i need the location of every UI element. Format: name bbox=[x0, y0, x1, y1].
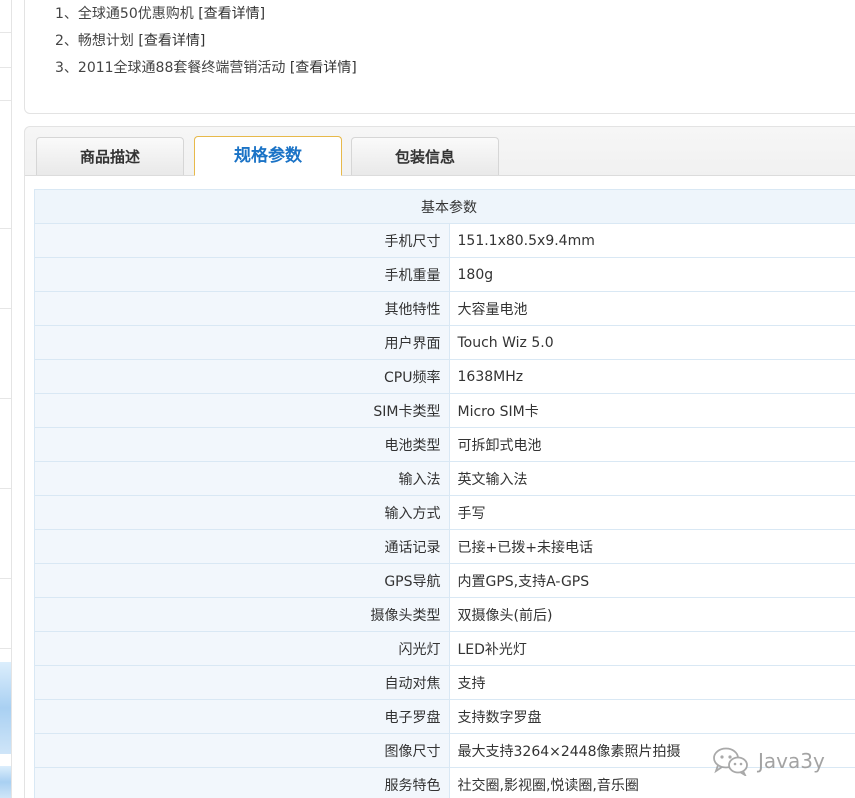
spec-value: 内置GPS,支持A-GPS bbox=[448, 563, 855, 598]
spec-key: 通话记录 bbox=[34, 529, 450, 564]
spec-key: 摄像头类型 bbox=[34, 597, 450, 632]
spec-value: 已接+已拨+未接电话 bbox=[448, 529, 855, 564]
spec-value: 双摄像头(前后) bbox=[448, 597, 855, 632]
left-column-edge bbox=[0, 0, 12, 798]
spec-table: 基本参数 手机尺寸 151.1x80.5x9.4mm 手机重量 180g 其他特性 大容量… bbox=[34, 189, 855, 798]
spec-value: 大容量电池 bbox=[448, 291, 855, 326]
view-details-link[interactable]: [查看详情] bbox=[138, 33, 205, 49]
spec-row: GPS导航 内置GPS,支持A-GPS bbox=[34, 563, 855, 598]
spec-row: 输入方式 手写 bbox=[34, 495, 855, 530]
view-details-link[interactable]: [查看详情] bbox=[290, 60, 357, 76]
spec-row: SIM卡类型 Micro SIM卡 bbox=[34, 393, 855, 428]
spec-value: 可拆卸式电池 bbox=[448, 427, 855, 462]
spec-row: 手机重量 180g bbox=[34, 257, 855, 292]
watermark: Java3y bbox=[712, 744, 825, 778]
spec-key: CPU频率 bbox=[34, 359, 450, 394]
spec-value: Micro SIM卡 bbox=[448, 393, 855, 428]
spec-key: 服务特色 bbox=[34, 767, 450, 798]
tab-packaging-info[interactable]: 包装信息 bbox=[351, 137, 499, 175]
spec-row: 用户界面 Touch Wiz 5.0 bbox=[34, 325, 855, 360]
spec-key: 图像尺寸 bbox=[34, 733, 450, 768]
page: 1、全球通50优惠购机 [查看详情] 2、畅想计划 [查看详情] 3、2011全… bbox=[0, 0, 855, 798]
spec-value: 151.1x80.5x9.4mm bbox=[448, 223, 855, 258]
spec-key: 电子罗盘 bbox=[34, 699, 450, 734]
spec-value: 手写 bbox=[448, 495, 855, 530]
spec-value: LED补光灯 bbox=[448, 631, 855, 666]
spec-row: 电池类型 可拆卸式电池 bbox=[34, 427, 855, 462]
spec-value: 支持 bbox=[448, 665, 855, 700]
spec-key: 闪光灯 bbox=[34, 631, 450, 666]
spec-row: 其他特性 大容量电池 bbox=[34, 291, 855, 326]
spec-key: 输入方式 bbox=[34, 495, 450, 530]
spec-row: CPU频率 1638MHz bbox=[34, 359, 855, 394]
promotion-item: 2、畅想计划 [查看详情] bbox=[55, 33, 206, 49]
spec-key: 输入法 bbox=[34, 461, 450, 496]
watermark-text: Java3y bbox=[758, 749, 825, 773]
spec-key: 其他特性 bbox=[34, 291, 450, 326]
tab-specifications[interactable]: 规格参数 bbox=[194, 136, 342, 176]
promotion-item: 1、全球通50优惠购机 [查看详情] bbox=[55, 6, 266, 22]
spec-group-header: 基本参数 bbox=[34, 189, 855, 224]
promotion-item: 3、2011全球通88套餐终端营销活动 [查看详情] bbox=[55, 60, 357, 76]
spec-row: 闪光灯 LED补光灯 bbox=[34, 631, 855, 666]
spec-value: 英文输入法 bbox=[448, 461, 855, 496]
promotion-list: 1、全球通50优惠购机 [查看详情] 2、畅想计划 [查看详情] 3、2011全… bbox=[55, 3, 357, 84]
view-details-link[interactable]: [查看详情] bbox=[198, 6, 265, 22]
spec-key: 手机尺寸 bbox=[34, 223, 450, 258]
spec-row: 输入法 英文输入法 bbox=[34, 461, 855, 496]
spec-key: GPS导航 bbox=[34, 563, 450, 598]
spec-value: 180g bbox=[448, 257, 855, 292]
spec-value: 支持数字罗盘 bbox=[448, 699, 855, 734]
spec-row: 摄像头类型 双摄像头(前后) bbox=[34, 597, 855, 632]
spec-key: SIM卡类型 bbox=[34, 393, 450, 428]
spec-key: 电池类型 bbox=[34, 427, 450, 462]
spec-group-title: 基本参数 bbox=[34, 189, 855, 224]
tab-product-description[interactable]: 商品描述 bbox=[36, 137, 184, 175]
spec-row: 电子罗盘 支持数字罗盘 bbox=[34, 699, 855, 734]
spec-row: 通话记录 已接+已拨+未接电话 bbox=[34, 529, 855, 564]
spec-key: 自动对焦 bbox=[34, 665, 450, 700]
spec-key: 手机重量 bbox=[34, 257, 450, 292]
wechat-icon bbox=[713, 747, 748, 776]
spec-value: 1638MHz bbox=[448, 359, 855, 394]
spec-value: Touch Wiz 5.0 bbox=[448, 325, 855, 360]
promotion-box: 1、全球通50优惠购机 [查看详情] 2、畅想计划 [查看详情] 3、2011全… bbox=[24, 0, 855, 114]
spec-row: 自动对焦 支持 bbox=[34, 665, 855, 700]
spec-row: 手机尺寸 151.1x80.5x9.4mm bbox=[34, 223, 855, 258]
spec-key: 用户界面 bbox=[34, 325, 450, 360]
